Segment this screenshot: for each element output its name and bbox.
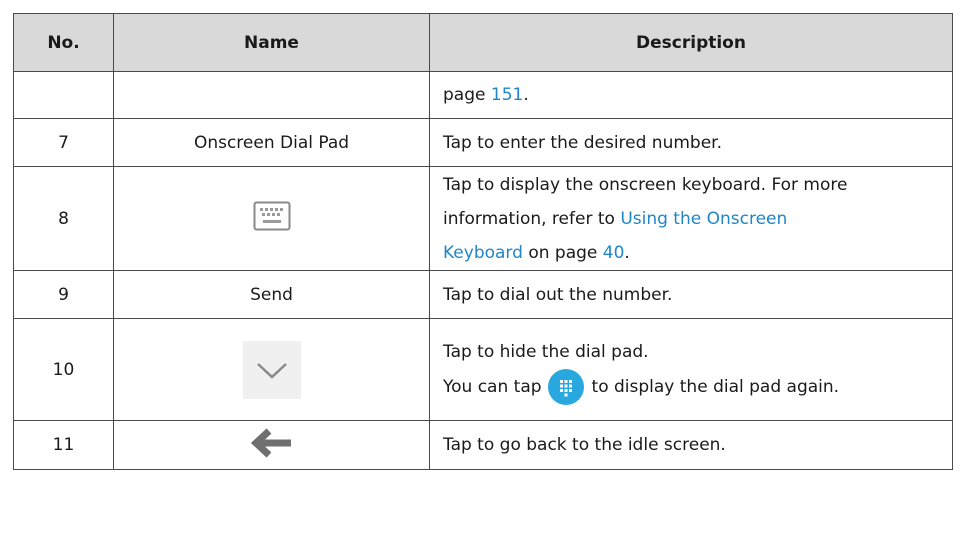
feature-table: No. Name Description page 151. 7 Onscree…: [13, 13, 953, 470]
row-description: Tap to enter the desired number.: [429, 118, 953, 167]
row-name: [113, 166, 430, 271]
desc-text: .: [523, 85, 529, 105]
page-link-40[interactable]: 40: [603, 243, 625, 263]
table-row: 9 Send Tap to dial out the number.: [13, 270, 953, 319]
desc-line: Tap to display the onscreen keyboard. Fo…: [443, 174, 848, 195]
page-link-151[interactable]: 151: [491, 85, 523, 105]
desc-text: information, refer to: [443, 208, 621, 229]
row-description: page 151.: [429, 71, 953, 119]
desc-text: .: [624, 242, 630, 263]
desc-text: on page: [522, 242, 603, 263]
row-no: 7: [13, 118, 114, 167]
desc-line: Tap to hide the dial pad.: [443, 341, 649, 362]
desc-text: You can tap: [443, 376, 542, 397]
desc-line: You can tap to display the dial pad again…: [443, 368, 942, 405]
link-using-onscreen-keyboard-cont[interactable]: Keyboard: [443, 243, 523, 263]
row-name: Send: [113, 270, 430, 319]
header-row: No. Name Description: [13, 13, 953, 72]
row-name: [113, 420, 430, 470]
row-name: Onscreen Dial Pad: [113, 118, 430, 167]
desc-text: page: [443, 85, 491, 105]
desc-line: information, refer to Using the Onscreen: [443, 202, 942, 236]
table-row: 10 Tap to hide the dial pad. You can tap…: [13, 318, 953, 421]
row-no: 9: [13, 270, 114, 319]
desc-line: Keyboard on page 40.: [443, 236, 942, 270]
header-no: No.: [13, 13, 114, 72]
arrow-left-icon: [250, 427, 293, 463]
row-name: [113, 71, 430, 119]
link-using-onscreen-keyboard[interactable]: Using the Onscreen: [620, 209, 787, 229]
row-no: 11: [13, 420, 114, 470]
chevron-down-icon: [242, 340, 301, 399]
row-description: Tap to go back to the idle screen.: [429, 420, 953, 470]
header-name: Name: [113, 13, 430, 72]
dialpad-icon: [547, 368, 584, 405]
row-description: Tap to display the onscreen keyboard. Fo…: [429, 166, 953, 271]
table-row: page 151.: [13, 71, 953, 119]
table-row: 11 Tap to go back to the idle screen.: [13, 420, 953, 470]
keyboard-icon: [253, 201, 291, 236]
row-description: Tap to hide the dial pad. You can tap to …: [429, 318, 953, 421]
table-row: 7 Onscreen Dial Pad Tap to enter the des…: [13, 118, 953, 167]
row-name: [113, 318, 430, 421]
desc-text: to display the dial pad again.: [591, 376, 840, 397]
header-description: Description: [429, 13, 953, 72]
row-description: Tap to dial out the number.: [429, 270, 953, 319]
table-row: 8 Tap to display the onscreen keyboard. …: [13, 166, 953, 271]
row-no: 10: [13, 318, 114, 421]
row-no: [13, 71, 114, 119]
row-no: 8: [13, 166, 114, 271]
